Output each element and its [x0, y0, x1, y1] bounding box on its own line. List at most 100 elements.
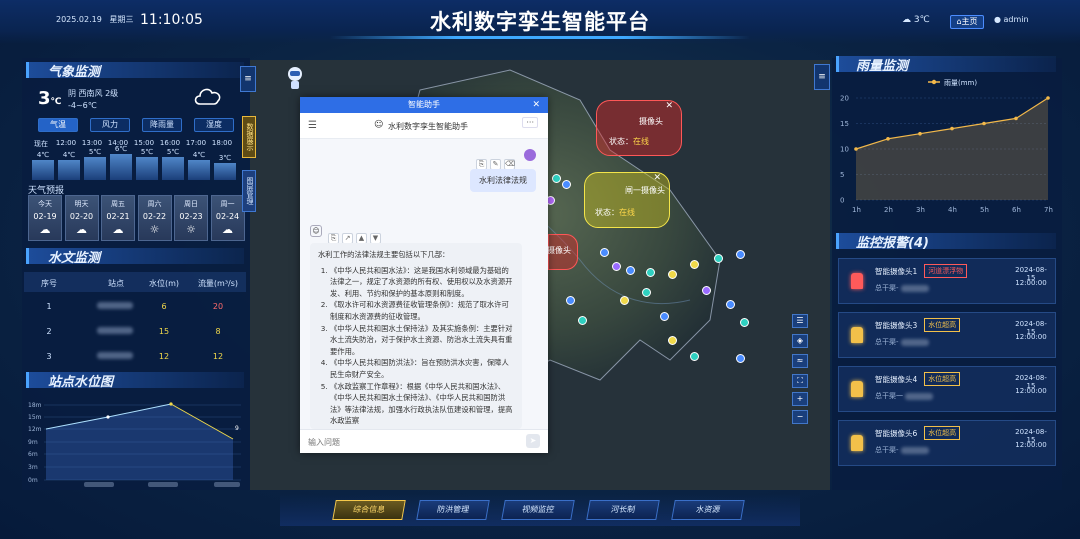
tick-label: 0m — [28, 477, 38, 484]
alarm-item[interactable]: 智能摄像头6 水位超高 总干渠- 2024-08-15 12:00:00 — [838, 420, 1056, 466]
map-marker-icon[interactable] — [714, 254, 723, 263]
tick-label: 10 — [840, 146, 849, 154]
forecast-card[interactable]: 周日 02-23 ☼ — [174, 195, 208, 241]
close-icon[interactable]: ✕ — [665, 101, 673, 111]
table-row[interactable]: 2 15 8 — [24, 325, 246, 341]
x-tick-label: 6h — [1012, 206, 1021, 214]
alarm-light-icon — [851, 327, 863, 343]
alarm-name: 智能摄像头1 — [875, 267, 918, 276]
map-marker-icon[interactable] — [668, 270, 677, 279]
temp-bar-label: 4℃ — [192, 151, 206, 159]
alarm-location: 总干渠- — [875, 337, 929, 347]
forecast-card[interactable]: 周五 02-21 ☁ — [101, 195, 135, 241]
assistant-robot-icon[interactable] — [286, 66, 304, 90]
map-list-tool[interactable]: ☰ — [792, 314, 808, 328]
nav-flood-control[interactable]: 防洪管理 — [416, 500, 490, 520]
forecast-card[interactable]: 周一 02-24 ☁ — [210, 195, 245, 241]
tab-humidity[interactable]: 湿度 — [194, 118, 234, 132]
forecast-day: 周五 — [111, 200, 125, 208]
table-row[interactable]: 3 12 12 — [24, 350, 246, 366]
x-tick-label: 5h — [980, 206, 989, 214]
legend-marker — [931, 79, 937, 85]
temp-bar-label: 4℃ — [62, 151, 76, 159]
alarm-time: 12:00:00 — [1015, 441, 1047, 449]
tick-label: 3m — [28, 464, 38, 471]
nav-overview[interactable]: 综合信息 — [332, 500, 406, 520]
map-marker-icon[interactable] — [620, 296, 629, 305]
map-marker-icon[interactable] — [612, 262, 621, 271]
forecast-card[interactable]: 周六 02-22 ☼ — [137, 195, 172, 241]
header: 2025.02.19 星期三 11:10:05 水利数字孪生智能平台 ☁ 3℃ … — [0, 0, 1080, 44]
map-marker-icon[interactable] — [690, 260, 699, 269]
camera-popup-left[interactable]: 摄像头 — [547, 234, 578, 270]
x-tick-label: 2h — [884, 206, 893, 214]
home-button[interactable]: ⌂主页 — [950, 15, 984, 29]
map-marker-icon[interactable] — [660, 312, 669, 321]
menu-icon[interactable]: ☰ — [308, 120, 317, 131]
map-marker-icon[interactable] — [646, 268, 655, 277]
close-icon[interactable]: ✕ — [532, 97, 540, 113]
chat-header: ☰ ☺ 水利数字孪生智能助手 ··· — [300, 113, 548, 139]
weather-icon: ☁ — [222, 223, 233, 236]
map-water-tool[interactable]: ≈ — [792, 354, 808, 368]
forecast-day: 周六 — [147, 200, 162, 208]
alarm-location: 总干渠- — [875, 283, 929, 293]
alarm-item[interactable]: 智能摄像头1 河道漂浮物 总干渠- 2024-08-15 12:00:00 — [838, 258, 1056, 304]
tab-wind[interactable]: 风力 — [90, 118, 130, 132]
map-marker-icon[interactable] — [566, 296, 575, 305]
alarm-time: 12:00:00 — [1015, 333, 1047, 341]
map-marker-icon[interactable] — [726, 300, 735, 309]
map-marker-icon[interactable] — [736, 354, 745, 363]
chat-messages: ⎘✎⌫ 水利法律法规 ☺ ⎘↗▲▼ 水利工作的法律法规主要包括以下几部： 《中华… — [300, 139, 548, 429]
table-row[interactable]: 1 6 20 — [24, 300, 246, 316]
map-fullscreen-tool[interactable]: ⛶ — [792, 374, 808, 388]
tab-temperature[interactable]: 气温 — [38, 118, 78, 132]
zoom-out-button[interactable]: − — [792, 410, 808, 424]
user-message: 水利法律法规 — [470, 169, 536, 192]
hour-label: 17:00 — [185, 139, 207, 147]
nav-video[interactable]: 视频监控 — [501, 500, 575, 520]
map-marker-icon[interactable] — [552, 174, 561, 183]
more-icon[interactable]: ··· — [522, 117, 538, 128]
side-tab-layers[interactable]: 图层管理 — [242, 170, 256, 212]
tab-rainfall[interactable]: 降雨量 — [142, 118, 182, 132]
left-collapse-toggle[interactable]: ≡ — [240, 66, 256, 92]
alarm-tag: 河道漂浮物 — [924, 264, 968, 278]
alarm-item[interactable]: 智能摄像头3 水位超高 总干渠- 2024-08-15 12:00:00 — [838, 312, 1056, 358]
temp-bar-label: 6℃ — [114, 145, 128, 153]
nav-water-resources[interactable]: 水资源 — [671, 500, 745, 520]
forecast-card[interactable]: 明天 02-20 ☁ — [64, 195, 99, 241]
forecast-day: 周日 — [184, 200, 198, 208]
camera-popup-red[interactable]: 摄像头 状态：在线 ✕ — [596, 100, 682, 156]
chat-input[interactable] — [308, 435, 508, 449]
rainfall-chart: 雨量(mm) 20 15 10 5 0 1h 2h 3h 4h 5h 6h 7h — [840, 79, 1053, 214]
forecast-card[interactable]: 今天 02-19 ☁ — [28, 195, 62, 241]
map-marker-icon[interactable] — [668, 336, 677, 345]
map-marker-icon[interactable] — [626, 266, 635, 275]
map-marker-icon[interactable] — [578, 316, 587, 325]
camera-status: 状态：在线 — [595, 208, 635, 217]
map-marker-icon[interactable] — [740, 318, 749, 327]
zoom-in-button[interactable]: + — [792, 392, 808, 406]
close-icon[interactable]: ✕ — [653, 173, 661, 183]
map-marker-icon[interactable] — [736, 250, 745, 259]
cell-flow: 12 — [212, 352, 224, 361]
right-collapse-toggle[interactable]: ≡ — [814, 64, 830, 90]
alarm-item[interactable]: 智能摄像头4 水位超高 总干渠一 2024-08-15 12:00:00 — [838, 366, 1056, 412]
user-menu[interactable]: ● admin — [994, 15, 1029, 24]
camera-popup-yellow[interactable]: 闸一摄像头 状态：在线 ✕ — [584, 172, 670, 228]
map-marker-icon[interactable] — [642, 288, 651, 297]
forecast-date: 02-22 — [142, 212, 167, 221]
bot-message: 水利工作的法律法规主要包括以下几部： 《中华人民共和国水法》：这是我国水利领域最… — [310, 243, 522, 429]
map-layer-tool[interactable]: ◈ — [792, 334, 808, 348]
alarm-location: 总干渠- — [875, 445, 929, 455]
list-item: 《中华人民共和国防洪法》：旨在预防洪水灾害，保障人民生命财产安全。 — [330, 357, 514, 380]
nav-river-chief[interactable]: 河长制 — [586, 500, 660, 520]
side-tab-data[interactable]: 数据展示 — [242, 116, 256, 158]
map-marker-icon[interactable] — [600, 248, 609, 257]
map-marker-icon[interactable] — [702, 286, 711, 295]
map-marker-icon[interactable] — [690, 352, 699, 361]
map-marker-icon[interactable] — [562, 180, 571, 189]
data-point — [982, 121, 986, 126]
send-icon[interactable]: ➤ — [526, 434, 540, 448]
